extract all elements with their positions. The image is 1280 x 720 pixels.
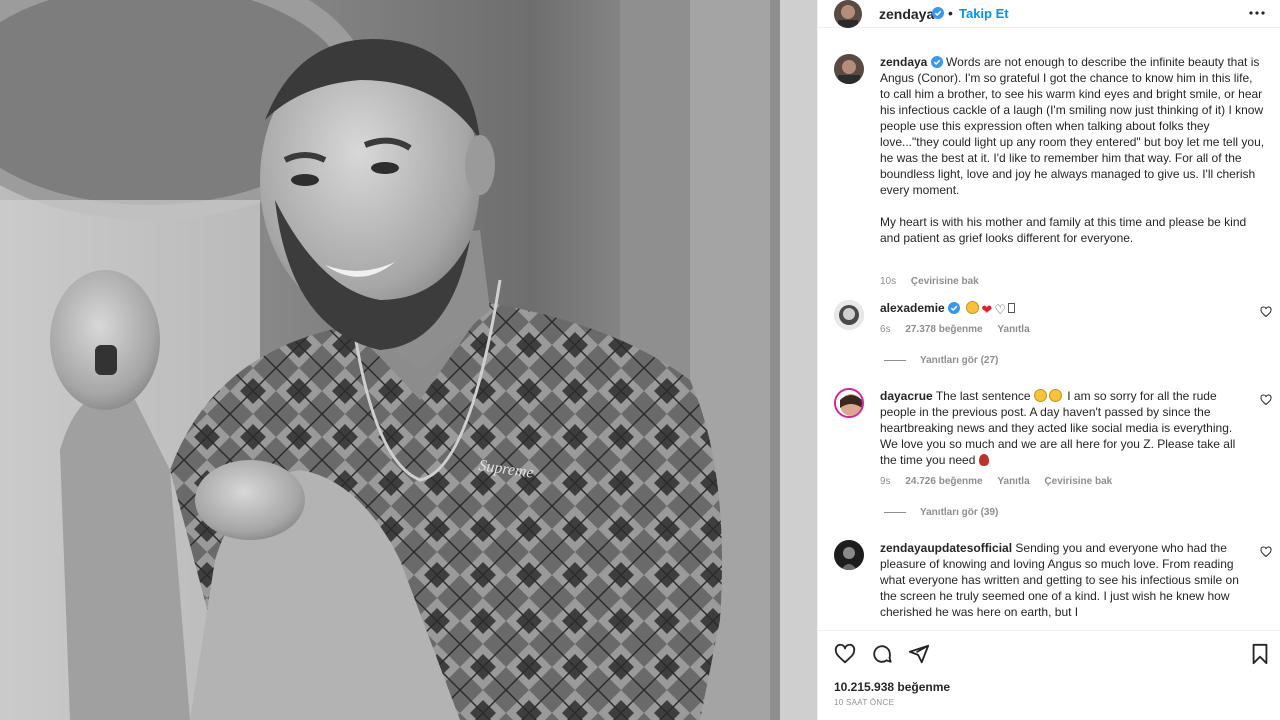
post-timestamp: 10 SAAT ÖNCE: [834, 698, 895, 707]
comment-likes[interactable]: 27.378 beğenme: [905, 324, 982, 335]
comment-text: alexademie ❤ ♡: [880, 300, 1250, 318]
comment-text: zendayaupdatesofficial Sending you and e…: [880, 540, 1250, 620]
commenter-username[interactable]: alexademie: [880, 301, 945, 315]
comment-like-heart-icon[interactable]: [1260, 394, 1272, 406]
more-options-icon[interactable]: [1248, 4, 1266, 27]
comment-likes[interactable]: 24.726 beğenme: [905, 476, 982, 487]
commenter-avatar[interactable]: [834, 540, 864, 570]
comment-text-part-1: The last sentence: [935, 389, 1031, 403]
comment-like-heart-icon[interactable]: [1260, 306, 1272, 318]
view-replies-label: Yanıtları gör (27): [920, 355, 999, 366]
comment-meta: 9s 24.726 beğenme Yanıtla Çevirisine bak: [880, 476, 1124, 487]
missing-glyph-icon: [1007, 303, 1015, 313]
comment-text: dayacrue The last sentence I am so sorry…: [880, 388, 1250, 468]
comments-scroll-area[interactable]: zendaya Words are not enough to describe…: [818, 44, 1280, 630]
white-heart-emoji-icon: ♡: [994, 302, 1006, 317]
red-heart-emoji-icon: ❤: [981, 302, 993, 317]
share-icon[interactable]: [908, 643, 930, 665]
commenter-username[interactable]: zendayaupdatesofficial: [880, 541, 1012, 555]
bookmark-icon[interactable]: [1250, 643, 1270, 665]
post-footer: 10.215.938 beğenme 10 SAAT ÖNCE: [818, 630, 1280, 720]
post-photo-image: Supreme: [0, 0, 817, 720]
post-photo[interactable]: Supreme: [0, 0, 817, 720]
comment-like-heart-icon[interactable]: [1260, 546, 1272, 558]
caption-author-avatar[interactable]: [834, 54, 864, 84]
caption-meta: 10s Çevirisine bak: [880, 276, 991, 287]
heart-icon[interactable]: [834, 643, 856, 665]
separator-dot: •: [948, 5, 953, 21]
comment-time: 9s: [880, 476, 891, 487]
post-likes-count[interactable]: 10.215.938 beğenme: [834, 680, 950, 694]
commenter-avatar[interactable]: [834, 300, 864, 330]
author-avatar[interactable]: [834, 0, 862, 28]
rose-emoji-icon: [978, 454, 989, 466]
comment-icon[interactable]: [871, 643, 893, 665]
view-replies-button[interactable]: Yanıtları gör (39): [884, 507, 998, 518]
sad-face-emoji-icon: [1033, 389, 1047, 402]
verified-badge-icon: [932, 7, 944, 19]
follow-button[interactable]: Takip Et: [959, 6, 1009, 21]
verified-badge-icon: [948, 302, 961, 314]
sad-face-emoji-icon: [1048, 389, 1062, 402]
comment-meta: 6s 27.378 beğenme Yanıtla: [880, 324, 1042, 335]
caption-translate-link[interactable]: Çevirisine bak: [911, 276, 979, 287]
post-sidebar: zendaya • Takip Et zendaya Words are not…: [817, 0, 1280, 720]
verified-badge-icon: [930, 56, 943, 68]
reply-button[interactable]: Yanıtla: [997, 324, 1029, 335]
caption-username[interactable]: zendaya: [880, 55, 927, 69]
commenter-username[interactable]: dayacrue: [880, 389, 933, 403]
caption-time: 10s: [880, 276, 897, 287]
caption-paragraph-2: My heart is with his mother and family a…: [880, 215, 1247, 245]
reply-button[interactable]: Yanıtla: [997, 476, 1029, 487]
view-replies-label: Yanıtları gör (39): [920, 507, 999, 518]
view-replies-button[interactable]: Yanıtları gör (27): [884, 355, 998, 366]
post-header: zendaya • Takip Et: [818, 0, 1280, 28]
translate-link[interactable]: Çevirisine bak: [1044, 476, 1112, 487]
commenter-avatar[interactable]: [834, 388, 864, 418]
author-username[interactable]: zendaya: [879, 6, 934, 22]
caption-text: zendaya Words are not enough to describe…: [880, 54, 1265, 246]
caption-paragraph-1: Words are not enough to describe the inf…: [880, 55, 1265, 197]
pleading-face-emoji-icon: [966, 301, 980, 314]
comment-time: 6s: [880, 324, 891, 335]
